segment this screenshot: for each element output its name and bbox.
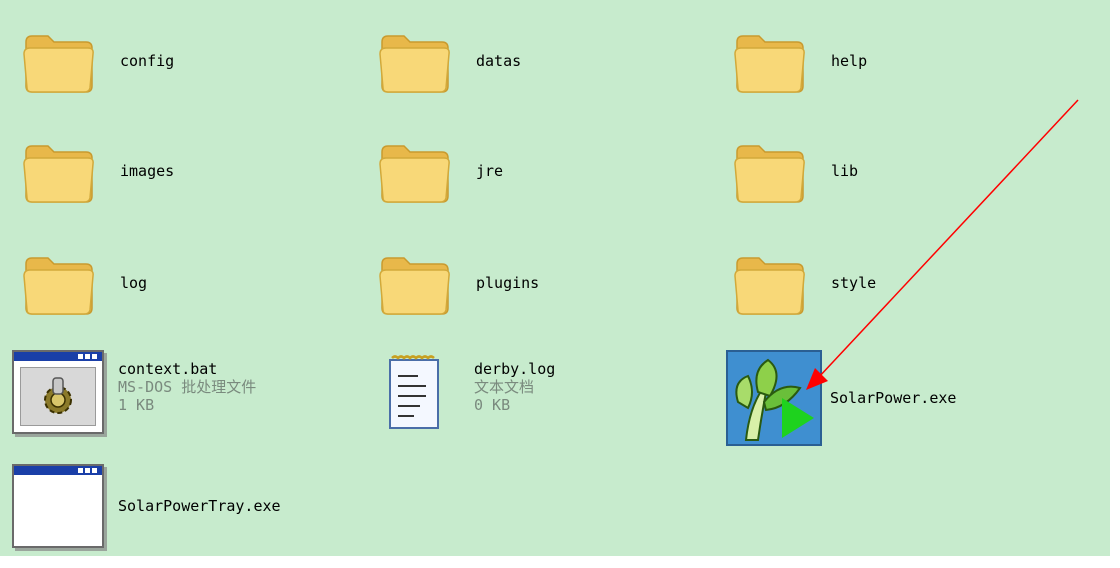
folder-plugins[interactable]: plugins <box>378 246 539 320</box>
folder-config[interactable]: config <box>22 24 174 98</box>
file-name: plugins <box>476 274 540 292</box>
file-type: MS-DOS 批处理文件 <box>118 378 257 396</box>
folder-log[interactable]: log <box>22 246 147 320</box>
file-context-bat[interactable]: context.bat MS-DOS 批处理文件 1 KB <box>12 350 256 434</box>
file-name: derby.log <box>474 360 556 378</box>
folder-icon <box>378 24 452 98</box>
file-name: datas <box>476 52 522 70</box>
file-type: 文本文档 <box>474 378 535 396</box>
file-name: SolarPowerTray.exe <box>118 497 281 515</box>
folder-icon <box>733 24 807 98</box>
file-list-pane: config datas help images jre lib log plu… <box>0 0 1110 556</box>
notepad-icon <box>384 354 444 434</box>
folder-style[interactable]: style <box>733 246 876 320</box>
file-name: help <box>831 52 868 70</box>
solarpower-app-icon <box>726 350 822 446</box>
file-derby-log[interactable]: derby.log 文本文档 0 KB <box>384 354 555 434</box>
folder-icon <box>378 134 452 208</box>
folder-icon <box>22 134 96 208</box>
file-name: lib <box>831 162 859 180</box>
folder-datas[interactable]: datas <box>378 24 521 98</box>
file-size: 1 KB <box>118 396 155 414</box>
folder-jre[interactable]: jre <box>378 134 503 208</box>
folder-icon <box>22 246 96 320</box>
batch-file-icon <box>12 350 104 434</box>
file-solarpower-exe[interactable]: SolarPower.exe <box>726 350 956 446</box>
folder-icon <box>733 134 807 208</box>
folder-lib[interactable]: lib <box>733 134 858 208</box>
file-name: images <box>120 162 175 180</box>
file-solarpowertray-exe[interactable]: SolarPowerTray.exe <box>12 464 281 548</box>
file-name: SolarPower.exe <box>830 389 957 407</box>
folder-icon <box>733 246 807 320</box>
file-name: log <box>120 274 148 292</box>
file-name: jre <box>476 162 504 180</box>
folder-icon <box>378 246 452 320</box>
folder-images[interactable]: images <box>22 134 174 208</box>
folder-icon <box>22 24 96 98</box>
folder-help[interactable]: help <box>733 24 867 98</box>
file-name: config <box>120 52 175 70</box>
application-window-icon <box>12 464 104 548</box>
file-name: context.bat <box>118 360 218 378</box>
file-name: style <box>831 274 877 292</box>
file-size: 0 KB <box>474 396 511 414</box>
